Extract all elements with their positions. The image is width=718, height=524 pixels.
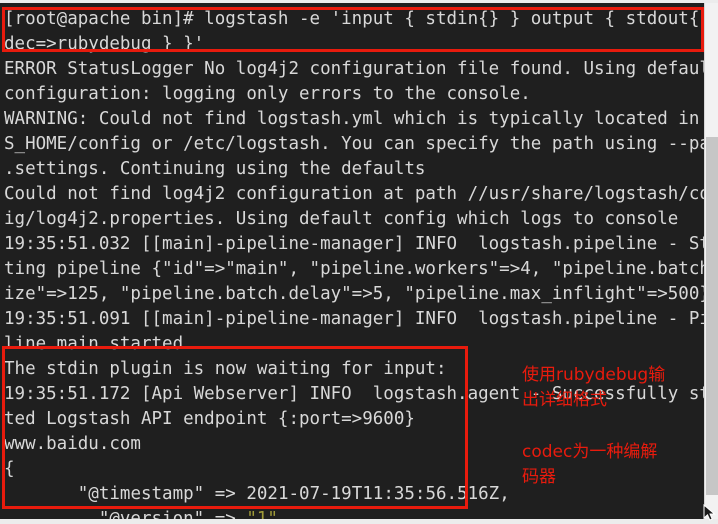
terminal-line: WARNING: Could not find logstash.yml whi… — [4, 109, 704, 129]
terminal-line: ted Logstash API endpoint {:port=>9600} — [4, 409, 415, 429]
terminal-line: ting pipeline {"id"=>"main", "pipeline.w… — [4, 259, 704, 279]
terminal-line: configuration: logging only errors to th… — [4, 84, 531, 104]
terminal-screen[interactable]: [root@apache bin]# logstash -e 'input { … — [0, 3, 704, 519]
event-field-line: "@version" => "1", — [4, 507, 289, 519]
scrollbar-thumb[interactable] — [706, 137, 718, 495]
annotation-codec: codec为一种编解 码器 — [522, 442, 658, 487]
terminal-line: 19:35:51.091 [[main]-pipeline-manager] I… — [4, 309, 704, 329]
event-field-indent — [4, 484, 78, 504]
terminal-line: ize"=>125, "pipeline.batch.delay"=>5, "p… — [4, 284, 704, 304]
terminal-line: 19:35:51.032 [[main]-pipeline-manager] I… — [4, 234, 704, 254]
terminal-line: The stdin plugin is now waiting for inpu… — [4, 359, 447, 379]
annotation-rubydebug: 使用rubydebug输 出详细格式 — [522, 365, 666, 410]
terminal-line: dec=>rubydebug } }' — [4, 34, 205, 54]
terminal-line: [root@apache bin]# logstash -e 'input { … — [4, 9, 704, 29]
mouse-pointer-icon — [703, 504, 716, 521]
event-field-line: "@timestamp" => 2021-07-19T11:35:56.516Z… — [4, 482, 510, 507]
terminal-line: ERROR StatusLogger No log4j2 configurati… — [4, 59, 704, 79]
event-field-key: "@timestamp" — [77, 484, 205, 504]
terminal-line: ig/log4j2.properties. Using default conf… — [4, 209, 679, 229]
terminal-line: line main started — [4, 334, 184, 354]
event-field-value: "1" — [246, 509, 278, 519]
terminal-line: www.baidu.com — [4, 434, 141, 454]
event-field-comma: , — [499, 484, 510, 504]
event-field-key: "@version" — [98, 509, 205, 519]
terminal-line: .settings. Continuing using the defaults — [4, 159, 426, 179]
event-field-value: 2021-07-19T11:35:56.516Z — [246, 484, 500, 504]
event-field-arrow: => — [204, 509, 247, 519]
terminal-line: Could not find log4j2 configuration at p… — [4, 184, 704, 204]
terminal-line: S_HOME/config or /etc/logstash. You can … — [4, 134, 704, 154]
event-field-arrow: => — [204, 484, 247, 504]
event-field-indent — [4, 509, 99, 519]
terminal-line: { — [4, 459, 15, 479]
vertical-scrollbar[interactable] — [704, 3, 718, 519]
event-field-comma: , — [277, 509, 289, 519]
terminal-window: [root@apache bin]# logstash -e 'input { … — [0, 0, 718, 524]
